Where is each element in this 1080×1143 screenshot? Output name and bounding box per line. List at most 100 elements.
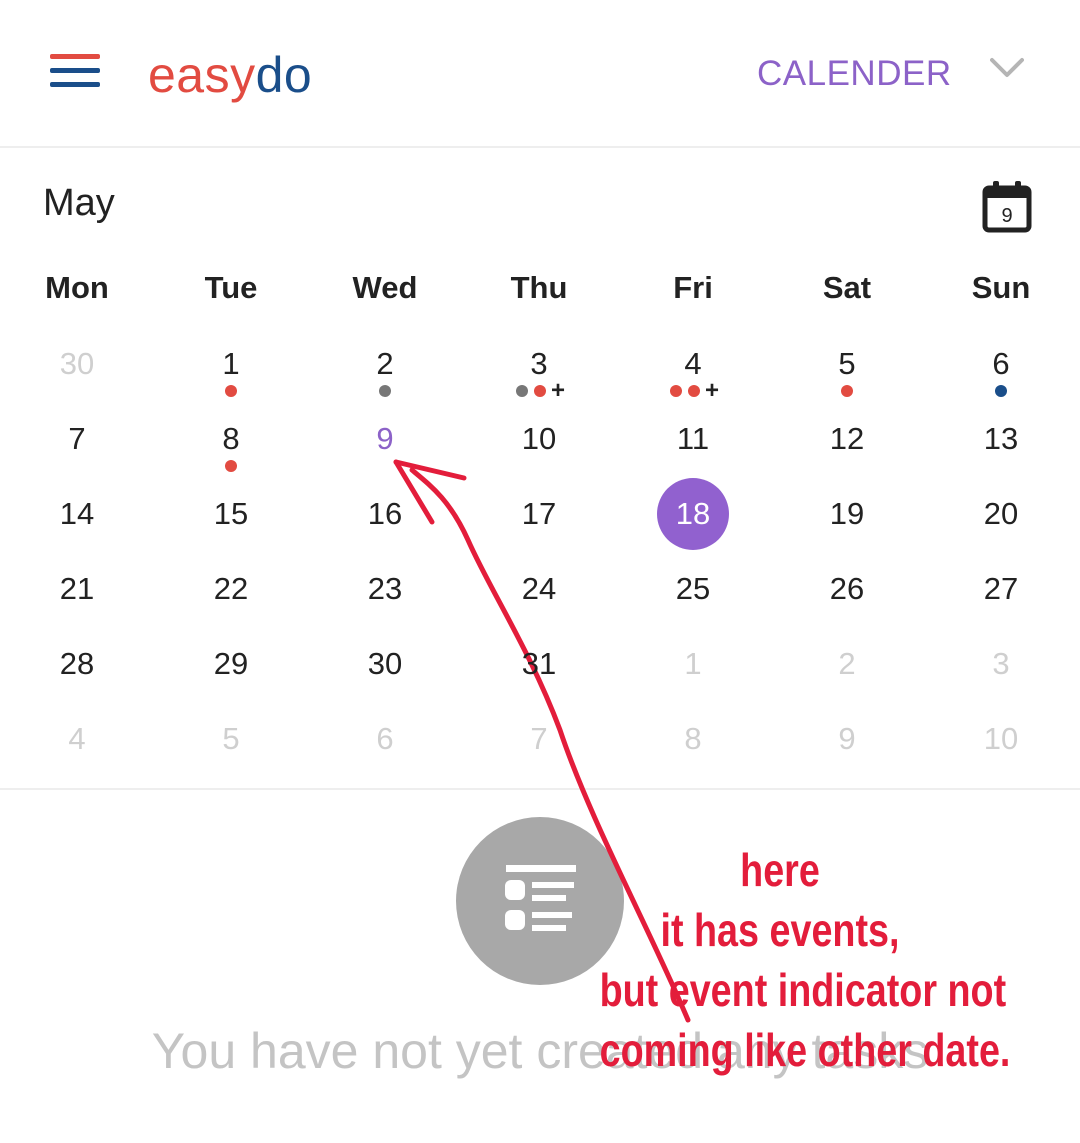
divider [0, 788, 1080, 790]
day-cell[interactable]: 31 [462, 640, 616, 715]
calendar-today-icon[interactable]: 9 [982, 180, 1032, 234]
day-number: 20 [983, 496, 1019, 531]
day-cell[interactable]: 2 [308, 340, 462, 415]
day-number: 9 [838, 721, 856, 756]
annotation-line: here [740, 844, 820, 896]
day-cell[interactable]: 1 [616, 640, 770, 715]
day-cell[interactable]: 30 [0, 340, 154, 415]
day-cell[interactable]: 4 [0, 715, 154, 790]
day-number: 3 [530, 346, 548, 381]
day-number: 8 [684, 721, 702, 756]
day-cell[interactable]: 4 + [616, 340, 770, 415]
day-cell[interactable]: 3 + [462, 340, 616, 415]
hamburger-menu-icon[interactable] [50, 54, 102, 90]
day-number: 2 [376, 346, 394, 381]
chevron-down-icon[interactable] [990, 56, 1024, 80]
day-cell[interactable]: 29 [154, 640, 308, 715]
day-number: 30 [59, 346, 95, 381]
day-number: 29 [213, 646, 249, 681]
day-number: 12 [829, 421, 865, 456]
day-cell[interactable]: 2 [770, 640, 924, 715]
menu-bar [50, 82, 100, 87]
day-number: 27 [983, 571, 1019, 606]
day-cell[interactable]: 5 [154, 715, 308, 790]
day-cell[interactable]: 9 [770, 715, 924, 790]
day-number: 15 [213, 496, 249, 531]
day-number: 10 [983, 721, 1019, 756]
day-number: 21 [59, 571, 95, 606]
day-cell[interactable]: 19 [770, 490, 924, 565]
today-day-number: 9 [1001, 205, 1012, 227]
day-number: 17 [521, 496, 557, 531]
logo-part-easy: easy [148, 47, 256, 103]
day-number: 6 [376, 721, 394, 756]
day-cell[interactable]: 22 [154, 565, 308, 640]
view-selector-label[interactable]: CALENDER [757, 54, 952, 94]
annotation-text: here it has events, but event indicator … [600, 840, 1011, 1080]
day-number: 22 [213, 571, 249, 606]
day-cell[interactable]: 21 [0, 565, 154, 640]
day-number: 30 [367, 646, 403, 681]
day-cell[interactable]: 1 [154, 340, 308, 415]
day-cell[interactable]: 14 [0, 490, 154, 565]
day-number: 26 [829, 571, 865, 606]
weekday-label: Sun [971, 270, 1031, 305]
day-cell[interactable]: 16 [308, 490, 462, 565]
annotation-line: it has events, [660, 904, 900, 956]
day-number: 7 [530, 721, 548, 756]
day-cell[interactable]: 17 [462, 490, 616, 565]
day-number: 18 [675, 496, 711, 531]
day-cell[interactable]: 12 [770, 415, 924, 490]
day-cell[interactable]: 20 [924, 490, 1078, 565]
day-cell[interactable]: 5 [770, 340, 924, 415]
day-cell[interactable]: 28 [0, 640, 154, 715]
day-cell[interactable]: 27 [924, 565, 1078, 640]
day-cell[interactable]: 15 [154, 490, 308, 565]
weekday-label: Thu [510, 270, 568, 305]
day-cell[interactable]: 23 [308, 565, 462, 640]
calendar-grid: 30 1 2 3 +4 +5 6 7 8 9 10 11 12 13 14 15 16 17 18 19 20 21 22 2… [0, 340, 1080, 790]
weekday-label: Tue [204, 270, 258, 305]
menu-bar [50, 68, 100, 73]
day-cell[interactable]: 6 [924, 340, 1078, 415]
month-title: May [43, 182, 115, 224]
day-cell[interactable]: 10 [924, 715, 1078, 790]
day-number: 23 [367, 571, 403, 606]
day-cell[interactable]: 6 [308, 715, 462, 790]
day-cell[interactable]: 8 [154, 415, 308, 490]
day-number: 9 [376, 421, 394, 456]
menu-bar [50, 54, 100, 59]
day-number: 2 [838, 646, 856, 681]
logo-part-do: do [255, 47, 313, 103]
day-cell[interactable]: 10 [462, 415, 616, 490]
day-cell[interactable]: 7 [462, 715, 616, 790]
day-cell[interactable]: 7 [0, 415, 154, 490]
day-cell[interactable]: 30 [308, 640, 462, 715]
day-number: 13 [983, 421, 1019, 456]
day-number: 3 [992, 646, 1010, 681]
day-number: 14 [59, 496, 95, 531]
day-number: 5 [222, 721, 240, 756]
app-header: easydo CALENDER [0, 0, 1080, 148]
day-cell[interactable]: 24 [462, 565, 616, 640]
day-number: 31 [521, 646, 557, 681]
day-number: 5 [838, 346, 856, 381]
day-cell[interactable]: 25 [616, 565, 770, 640]
day-cell-today[interactable]: 18 [616, 478, 770, 565]
day-cell[interactable]: 8 [616, 715, 770, 790]
weekday-label: Mon [45, 270, 109, 305]
day-number: 4 [68, 721, 86, 756]
day-cell[interactable]: 3 [924, 640, 1078, 715]
weekday-label: Sat [822, 270, 872, 305]
day-cell[interactable]: 26 [770, 565, 924, 640]
day-cell-selected[interactable]: 9 [308, 415, 462, 490]
day-number: 10 [521, 421, 557, 456]
day-number: 19 [829, 496, 865, 531]
day-number: 1 [684, 646, 702, 681]
day-number: 1 [222, 346, 240, 381]
weekday-header: Mon Tue Wed Thu Fri Sat Sun [0, 270, 1080, 310]
weekday-label: Wed [352, 270, 418, 305]
day-cell[interactable]: 13 [924, 415, 1078, 490]
day-number: 28 [59, 646, 95, 681]
day-number: 11 [676, 421, 710, 456]
